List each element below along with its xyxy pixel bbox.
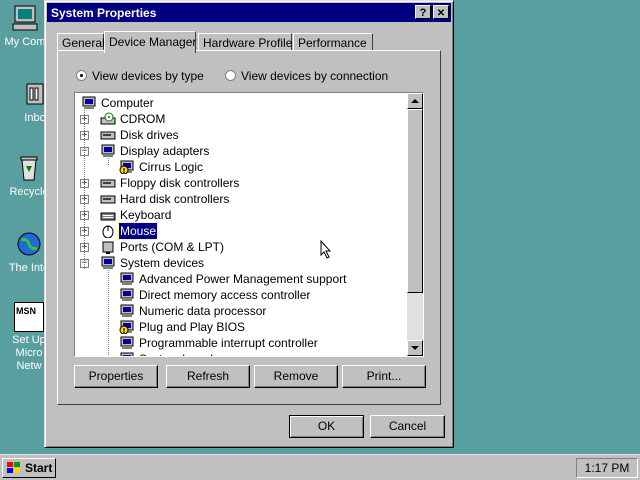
computer-icon: [119, 272, 135, 286]
radio-unselected-icon: [225, 70, 236, 81]
device-tree[interactable]: Computer CDROM + Disk drives + Display adapte…: [74, 92, 424, 357]
mouse-icon: [100, 224, 116, 239]
msn-badge: MSN: [16, 306, 36, 316]
warning-monitor-icon: !: [119, 160, 135, 175]
tab-label: Device Manager: [109, 35, 197, 49]
tab-performance[interactable]: Performance: [293, 33, 373, 51]
cdrom-icon: [100, 112, 116, 126]
internet-icon: [13, 228, 45, 260]
refresh-button[interactable]: Refresh: [166, 365, 250, 388]
msn-icon: MSN: [14, 302, 44, 332]
tree-lines: [108, 155, 110, 165]
tab-label: Hardware Profiles: [203, 36, 299, 50]
keyboard-icon: [100, 208, 116, 222]
tree-node-label: Floppy disk controllers: [120, 176, 240, 190]
tree-lines: [84, 107, 86, 269]
computer-icon: [119, 336, 135, 350]
tree-node-label: Cirrus Logic: [139, 160, 204, 174]
tab-device-manager[interactable]: Device Manager: [104, 31, 196, 53]
floppy-controller-icon: [100, 176, 116, 190]
tab-hardware-profiles[interactable]: Hardware Profiles: [198, 33, 298, 51]
tab-label: General: [62, 36, 105, 50]
computer-icon: [119, 288, 135, 302]
radio-label: View devices by type: [92, 69, 204, 83]
hdd-controller-icon: [100, 192, 116, 206]
tree-node-label: System board: [138, 351, 214, 356]
tree-node-label: Computer: [101, 96, 154, 110]
port-icon: [100, 240, 116, 254]
tree-scrollbar[interactable]: [407, 93, 423, 356]
tree-node-label: Plug and Play BIOS: [139, 320, 246, 334]
svg-text:!: !: [122, 327, 125, 334]
svg-text:!: !: [122, 167, 125, 174]
disk-drive-icon: [100, 128, 116, 142]
help-button[interactable]: ?: [415, 5, 431, 19]
windows-logo-icon: [7, 462, 20, 473]
tree-node-label: Programmable interrupt controller: [139, 336, 318, 350]
properties-button[interactable]: Properties: [74, 365, 158, 388]
scroll-down-button[interactable]: [407, 340, 423, 356]
tree-node-label: CDROM: [120, 112, 166, 126]
print-button[interactable]: Print...: [342, 365, 426, 388]
window-title: System Properties: [51, 6, 157, 20]
start-label: Start: [25, 461, 53, 475]
warning-computer-icon: !: [119, 320, 135, 335]
cancel-button[interactable]: Cancel: [370, 415, 445, 438]
taskbar-clock: 1:17 PM: [576, 458, 638, 478]
tree-node-label: Disk drives: [120, 128, 179, 142]
tree-node-label: System devices: [120, 256, 205, 270]
start-button[interactable]: Start: [2, 458, 56, 478]
computer-icon: [119, 352, 135, 356]
arrow-up-icon: [411, 99, 419, 103]
tab-general[interactable]: General: [57, 33, 105, 51]
tree-node-label: Display adapters: [120, 144, 210, 158]
desktop-icon-my-computer[interactable]: My Com: [0, 2, 50, 49]
device-manager-panel: View devices by type View devices by con…: [57, 50, 441, 405]
arrow-down-icon: [411, 346, 419, 350]
computer-icon: [119, 304, 135, 318]
taskbar: Start 1:17 PM: [0, 454, 640, 480]
radio-selected-icon: [76, 70, 87, 81]
remove-button[interactable]: Remove: [254, 365, 338, 388]
tree-node-label: Advanced Power Management support: [139, 272, 347, 286]
tree-lines: [108, 267, 110, 356]
tree-node-label: Hard disk controllers: [120, 192, 230, 206]
tree-node-label: Ports (COM & LPT): [120, 240, 225, 254]
tree-node-label: Keyboard: [120, 208, 172, 222]
radio-label: View devices by connection: [241, 69, 389, 83]
close-button[interactable]: ✕: [433, 5, 449, 19]
tree-node-label: Direct memory access controller: [139, 288, 311, 302]
system-properties-window: System Properties ? ✕ General Device Man…: [44, 0, 454, 448]
radio-view-by-type[interactable]: View devices by type: [76, 69, 204, 83]
tab-label: Performance: [298, 36, 367, 50]
title-bar[interactable]: System Properties ? ✕: [47, 3, 451, 22]
close-icon: ✕: [436, 8, 446, 19]
ok-button[interactable]: OK: [289, 415, 364, 438]
desktop-icon-label: My Com: [4, 36, 46, 48]
scroll-up-button[interactable]: [407, 93, 423, 109]
scroll-thumb[interactable]: [407, 109, 423, 293]
my-computer-icon: [9, 2, 41, 34]
recycle-bin-icon: [13, 152, 45, 184]
mouse-cursor-icon: [320, 240, 332, 259]
radio-view-by-connection[interactable]: View devices by connection: [225, 69, 388, 83]
tree-node-label: Mouse: [117, 222, 159, 240]
tree-node-label: Numeric data processor: [139, 304, 267, 318]
device-tree-list: Computer CDROM + Disk drives + Display adapte…: [75, 93, 407, 356]
